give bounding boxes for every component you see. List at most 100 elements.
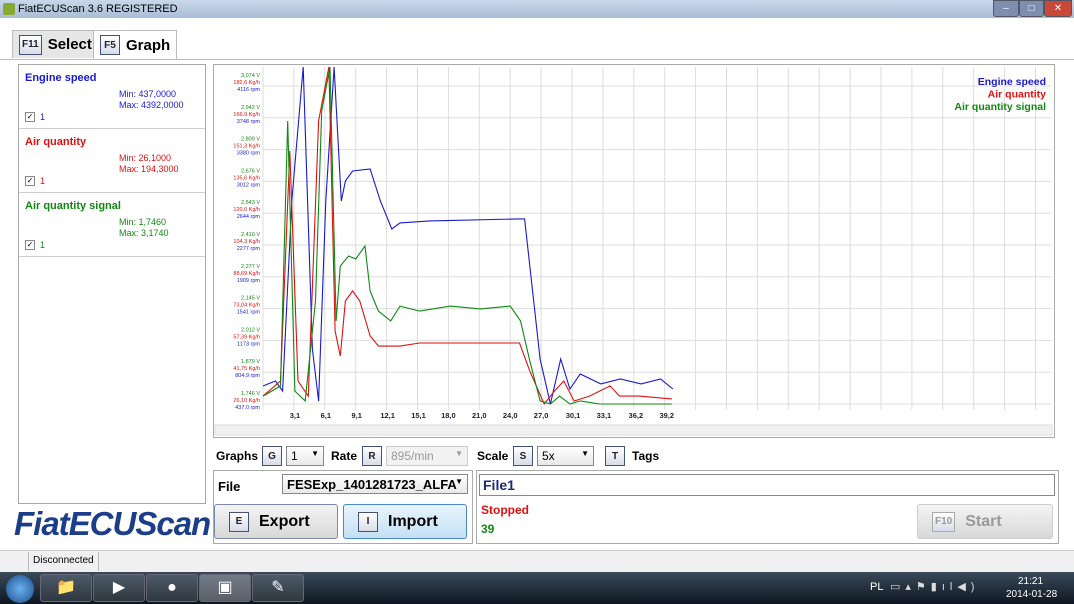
graphs-key-icon: G <box>262 446 282 466</box>
signal-checkbox[interactable]: ✓ <box>25 176 35 186</box>
paint-icon[interactable]: ✎ <box>252 574 304 602</box>
checkbox-label: 1 <box>40 240 46 250</box>
tray-icons[interactable]: ▭▴⚑▮ıl◀) <box>890 580 979 593</box>
y-tick-label: 151,3 Kg/h <box>233 144 260 150</box>
y-tick-label: 2,012 V <box>241 327 260 333</box>
file-name-field[interactable]: File1 <box>479 474 1055 496</box>
clock-date[interactable]: 2014-01-28 <box>1006 589 1057 600</box>
connection-status: Disconnected <box>28 552 99 571</box>
import-key-icon: I <box>358 511 378 532</box>
y-tick-label: 1173 rpm <box>237 341 260 347</box>
tags-key-icon[interactable]: T <box>605 446 625 466</box>
file-label: File <box>218 479 241 494</box>
window-title: FiatECUScan 3.6 REGISTERED <box>18 3 178 15</box>
y-tick-label: 4116 rpm <box>237 87 260 93</box>
tab-label: Select <box>47 36 92 53</box>
signal-list: Engine speed Min: 437,0000 Max: 4392,000… <box>18 64 206 504</box>
checkbox-label: 1 <box>40 112 46 122</box>
rate-value: 895/min <box>391 449 434 463</box>
signal-name: Air quantity <box>25 136 87 148</box>
x-tick-label: 6,1 <box>321 411 331 420</box>
y-tick-label: 166,9 Kg/h <box>233 112 260 118</box>
scale-key-icon: S <box>513 446 533 466</box>
x-tick-label: 15,1 <box>411 411 426 420</box>
signal-min: Min: 26,1000 <box>119 153 172 163</box>
signal-min: Min: 1,7460 <box>119 217 167 227</box>
fiatecuscan-taskbar-icon[interactable]: ▣ <box>199 574 251 602</box>
scale-select[interactable]: 5x ▼ <box>537 446 594 466</box>
tab-graph[interactable]: F5 Graph <box>93 30 178 59</box>
y-tick-label: 120,0 Kg/h <box>233 207 260 213</box>
media-player-icon[interactable]: ▶ <box>93 574 145 602</box>
x-tick-label: 12,1 <box>380 411 395 420</box>
rate-select[interactable]: 895/min ▼ <box>386 446 468 466</box>
file-select[interactable]: FESExp_1401281723_ALFA ▼ <box>282 474 468 494</box>
x-tick-label: 33,1 <box>597 411 612 420</box>
y-tick-label: 26,10 Kg/h <box>233 398 260 404</box>
chevron-down-icon: ▼ <box>581 449 589 458</box>
y-tick-label: 3380 rpm <box>237 151 261 157</box>
x-tick-label: 30,1 <box>566 411 581 420</box>
firefox-icon[interactable]: ● <box>146 574 198 602</box>
chevron-down-icon: ▼ <box>455 477 463 486</box>
tab-label: Graph <box>126 36 171 54</box>
tab-select[interactable]: F11 Select <box>12 30 99 58</box>
x-tick-label: 9,1 <box>352 411 362 420</box>
language-indicator[interactable]: PL <box>870 581 883 593</box>
y-tick-label: 88,69 Kg/h <box>233 271 260 277</box>
start-menu-icon[interactable] <box>6 575 34 603</box>
start-key-icon: F10 <box>932 511 956 532</box>
y-tick-label: 2,145 V <box>241 296 260 302</box>
x-tick-label: 27,0 <box>534 411 549 420</box>
rate-key-icon: R <box>362 446 382 466</box>
signal-engine-speed[interactable]: Engine speed Min: 437,0000 Max: 4392,000… <box>19 65 205 129</box>
title-bar: FiatECUScan 3.6 REGISTERED – □ ✕ <box>0 0 1074 18</box>
clock-time[interactable]: 21:21 <box>1018 576 1043 587</box>
logo: FiatECUScan <box>14 505 211 542</box>
legend-item: Engine speed <box>978 76 1046 88</box>
chevron-down-icon: ▼ <box>311 449 319 458</box>
checkbox-label: 1 <box>40 176 46 186</box>
y-tick-label: 41,75 Kg/h <box>233 366 260 372</box>
start-button[interactable]: F10 Start <box>917 504 1053 539</box>
x-tick-label: 39,2 <box>659 411 674 420</box>
y-tick-label: 57,39 Kg/h <box>233 334 260 340</box>
scale-value: 5x <box>542 449 555 463</box>
taskbar: 📁 ▶ ● ▣ ✎ PL ▭▴⚑▮ıl◀) 21:21 2014-01-28 <box>0 572 1074 604</box>
y-tick-label: 1541 rpm <box>237 310 261 316</box>
signal-checkbox[interactable]: ✓ <box>25 240 35 250</box>
tab-divider <box>0 59 1074 60</box>
horizontal-scrollbar[interactable] <box>214 424 1053 436</box>
f11-key-icon: F11 <box>19 34 42 55</box>
explorer-icon[interactable]: 📁 <box>40 574 92 602</box>
rate-label: Rate <box>331 449 358 463</box>
signal-name: Engine speed <box>25 72 97 84</box>
chart: 3,074 V182,6 Kg/h4116 rpm 2,942 V166,9 Kg… <box>214 66 1053 436</box>
y-tick-label: 3748 rpm <box>237 119 261 125</box>
signal-air-quantity-signal[interactable]: Air quantity signal Min: 1,7460 Max: 3,1… <box>19 193 205 257</box>
export-button[interactable]: E Export <box>214 504 338 539</box>
start-label: Start <box>965 512 1002 530</box>
signal-name: Air quantity signal <box>25 200 121 212</box>
signal-air-quantity[interactable]: Air quantity Min: 26,1000 Max: 194,3000 … <box>19 129 205 193</box>
scale-label: Scale <box>477 449 509 463</box>
maximize-button[interactable]: □ <box>1019 0 1044 17</box>
signal-max: Max: 4392,0000 <box>119 100 184 110</box>
y-tick-label: 135,6 Kg/h <box>233 175 260 181</box>
y-tick-label: 2,809 V <box>241 137 260 143</box>
minimize-button[interactable]: – <box>993 0 1019 17</box>
graphs-select[interactable]: 1 ▼ <box>286 446 324 466</box>
legend-item: Air quantity <box>988 89 1046 101</box>
x-tick-label: 18,0 <box>441 411 456 420</box>
y-tick-label: 1909 rpm <box>237 278 261 284</box>
close-button[interactable]: ✕ <box>1044 0 1072 17</box>
x-tick-label: 36,2 <box>629 411 644 420</box>
y-tick-label: 2,942 V <box>241 105 260 111</box>
import-button[interactable]: I Import <box>343 504 467 539</box>
y-tick-label: 437,0 rpm <box>235 405 260 411</box>
status-bar: Disconnected <box>0 550 1074 572</box>
y-tick-label: 2,543 V <box>241 200 260 206</box>
y-tick-label: 3012 rpm <box>237 182 261 188</box>
signal-checkbox[interactable]: ✓ <box>25 112 35 122</box>
y-tick-label: 2,676 V <box>241 168 260 174</box>
